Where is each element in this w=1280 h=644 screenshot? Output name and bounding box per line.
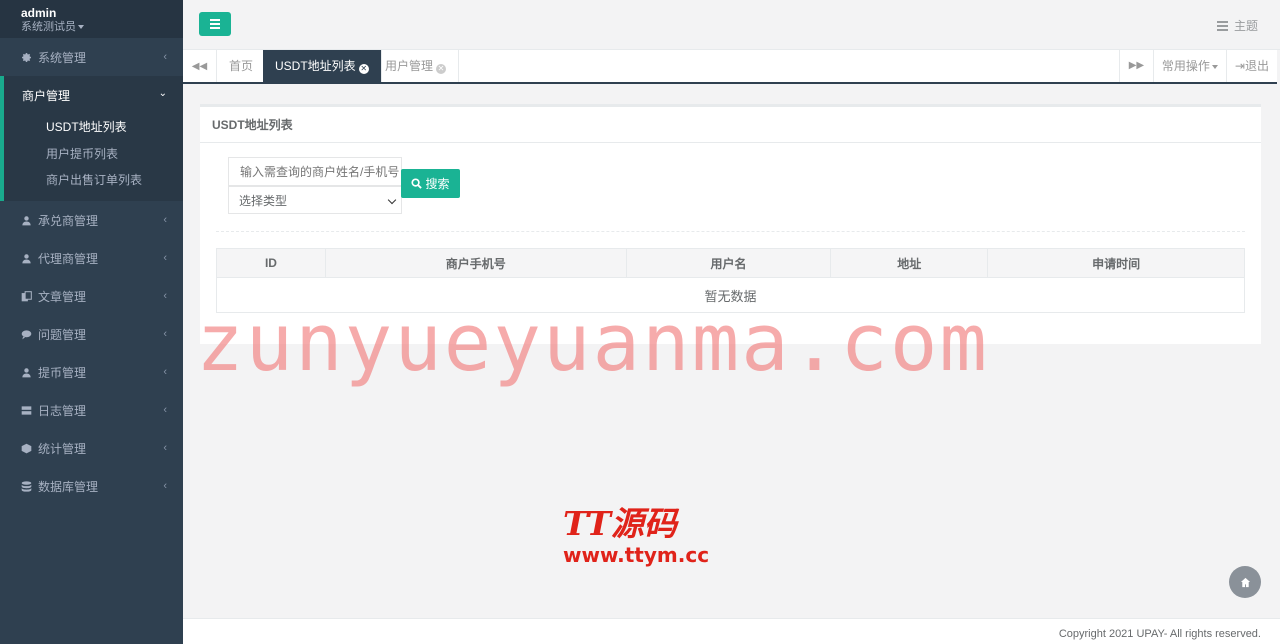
close-icon[interactable]: ✕ — [436, 64, 447, 74]
sidebar-subitem-usdt-address[interactable]: USDT地址列表 — [4, 114, 183, 141]
sidebar-item-article[interactable]: 文章管理 ‹ — [0, 277, 183, 315]
sidebar-item-label: 商户管理 — [22, 88, 71, 103]
database-icon — [20, 480, 32, 492]
chevron-left-icon: ‹ — [163, 214, 167, 226]
type-select[interactable]: 选择类型 — [228, 186, 402, 214]
user-icon — [20, 366, 32, 378]
sidebar-item-label: 统计管理 — [38, 441, 87, 456]
chevron-left-icon: ‹ — [163, 366, 167, 378]
table-header-row: ID 商户手机号 用户名 地址 申请时间 — [216, 248, 1245, 278]
sidebar-item-label: 承兑商管理 — [38, 213, 99, 228]
column-header[interactable]: 商户手机号 — [324, 248, 627, 278]
theme-button[interactable]: 主题 — [1216, 17, 1258, 34]
chevron-left-icon: ‹ — [163, 290, 167, 302]
user-profile[interactable]: admin 系统测试员 — [0, 0, 183, 38]
tab-label: 首页 — [229, 59, 254, 73]
sign-out-icon: ⇥ — [1234, 59, 1245, 73]
sidebar-item-label: 问题管理 — [38, 327, 87, 342]
watermark-url: www.ttym.cc — [563, 543, 710, 567]
sidebar-subitem-user-withdraw[interactable]: 用户提币列表 — [4, 141, 183, 168]
menu-toggle-button[interactable] — [199, 12, 231, 36]
caret-down-icon — [78, 25, 84, 30]
user-role-label: 系统测试员 — [21, 21, 76, 33]
sidebar-item-agent[interactable]: 代理商管理 ‹ — [0, 239, 183, 277]
bar-line — [210, 27, 220, 29]
watermark-logo: TT源码 — [563, 504, 677, 543]
sidebar-item-label: 系统管理 — [38, 50, 87, 65]
home-icon — [1240, 577, 1250, 587]
chevron-down-icon: ⌄ — [158, 88, 167, 99]
chevron-left-icon: ‹ — [163, 252, 167, 264]
logout-button[interactable]: ⇥退出 — [1225, 50, 1277, 82]
chevron-down-icon — [387, 195, 397, 205]
panel-title: USDT地址列表 — [200, 107, 1261, 143]
sidebar-item-question[interactable]: 问题管理 ‹ — [0, 315, 183, 353]
user-icon — [20, 252, 32, 264]
copy-icon — [20, 290, 32, 302]
forward-icon: ▶▶ — [1128, 60, 1145, 71]
tabs-right-actions: ▶▶ 常用操作 ⇥退出 — [1118, 50, 1277, 82]
chevron-left-icon: ‹ — [163, 442, 167, 454]
logout-label: 退出 — [1244, 59, 1269, 73]
bar-line — [210, 19, 220, 21]
back-to-top-button[interactable] — [1229, 566, 1261, 598]
bar-line — [210, 23, 220, 25]
cube-icon — [20, 442, 32, 454]
sidebar-item-database[interactable]: 数据库管理 ‹ — [0, 467, 183, 505]
search-button-label: 搜索 — [425, 177, 450, 191]
type-select-value: 选择类型 — [239, 193, 288, 208]
tab-label: USDT地址列表 — [275, 59, 356, 73]
search-input[interactable] — [228, 157, 402, 186]
sidebar-item-label: 日志管理 — [38, 403, 87, 418]
chevron-left-icon: ‹ — [163, 480, 167, 492]
top-bar: 主题 — [183, 0, 1280, 50]
sidebar-item-statistics[interactable]: 统计管理 ‹ — [0, 429, 183, 467]
caret-down-icon — [1211, 64, 1218, 69]
sidebar-item-label: 提币管理 — [38, 365, 87, 380]
search-button[interactable]: 搜索 — [401, 169, 460, 198]
sidebar-item-label: 数据库管理 — [38, 479, 99, 494]
close-icon[interactable]: ✕ — [358, 64, 369, 74]
column-header[interactable]: 地址 — [830, 248, 989, 278]
theme-label: 主题 — [1233, 19, 1258, 33]
sidebar: admin 系统测试员 系统管理 ‹ 商户管理 ⌄ USDT地址列表 用户提币列… — [0, 0, 183, 644]
tab-label: 用户管理 — [385, 59, 434, 73]
tab-usdt-address-list[interactable]: USDT地址列表 ✕ — [263, 50, 382, 82]
sidebar-group-merchant: 商户管理 ⌄ USDT地址列表 用户提币列表 商户出售订单列表 — [0, 76, 183, 201]
gear-icon — [20, 51, 32, 63]
chevron-left-icon: ‹ — [163, 51, 167, 63]
tab-home[interactable]: 首页 — [217, 50, 267, 82]
column-header[interactable]: 用户名 — [625, 248, 832, 278]
tabs-scroll-left-button[interactable]: ◀◀ — [183, 50, 217, 82]
chevron-left-icon: ‹ — [163, 404, 167, 416]
sidebar-item-label: 文章管理 — [38, 289, 87, 304]
server-icon — [1216, 20, 1228, 31]
sidebar-item-system[interactable]: 系统管理 ‹ — [0, 38, 183, 76]
common-ops-label: 常用操作 — [1161, 59, 1210, 73]
sidebar-item-withdraw[interactable]: 提币管理 ‹ — [0, 353, 183, 391]
tab-user-management[interactable]: 用户管理 ✕ — [373, 50, 460, 82]
sidebar-item-label: 代理商管理 — [38, 251, 99, 266]
watermark-text: zunyueyuanma.com — [196, 297, 989, 389]
comment-icon — [20, 328, 32, 340]
common-ops-dropdown[interactable]: 常用操作 — [1152, 50, 1226, 82]
user-icon — [20, 214, 32, 226]
tabs-bar: ◀◀ 首页 USDT地址列表 ✕ 用户管理 ✕ ▶▶ 常用操作 ⇥退出 — [183, 50, 1277, 84]
backward-icon: ◀◀ — [191, 60, 208, 72]
server-icon — [20, 404, 32, 416]
column-header[interactable]: 申请时间 — [987, 248, 1245, 278]
user-role[interactable]: 系统测试员 — [21, 20, 183, 34]
user-name: admin — [21, 6, 57, 20]
footer: Copyright 2021 UPAY- All rights reserved… — [183, 618, 1280, 644]
sidebar-item-log[interactable]: 日志管理 ‹ — [0, 391, 183, 429]
search-icon — [411, 178, 423, 189]
copyright-text: Copyright 2021 UPAY- All rights reserved… — [1058, 628, 1261, 640]
sidebar-item-acceptor[interactable]: 承兑商管理 ‹ — [0, 201, 183, 239]
column-header[interactable]: ID — [216, 248, 326, 278]
tabs-scroll-right-button[interactable]: ▶▶ — [1118, 50, 1153, 82]
chevron-left-icon: ‹ — [163, 328, 167, 340]
divider — [216, 231, 1245, 232]
sidebar-item-merchant[interactable]: 商户管理 ⌄ — [4, 76, 183, 114]
sidebar-subitem-merchant-sell-orders[interactable]: 商户出售订单列表 — [4, 167, 183, 201]
